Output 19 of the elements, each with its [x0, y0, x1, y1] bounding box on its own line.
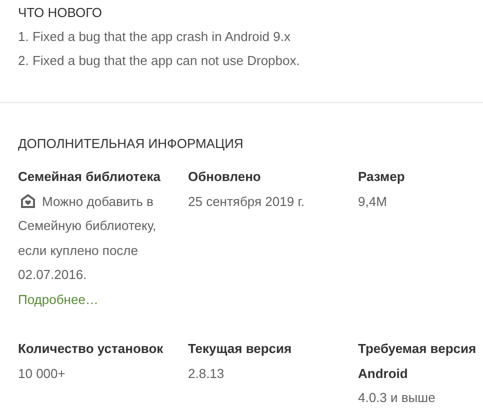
- info-value: 4.0.3 и выше: [358, 389, 436, 407]
- info-label: Количество установок: [18, 340, 164, 358]
- family-library-icon: [20, 192, 36, 208]
- info-label: Текущая версия: [188, 340, 293, 358]
- info-label: Семейная библиотека: [18, 168, 162, 186]
- changelog-line: 2. Fixed a bug that the app can not use Dropbox.: [18, 52, 301, 70]
- section-heading: ДОПОЛНИТЕЛЬНАЯ ИНФОРМАЦИЯ: [18, 135, 244, 153]
- changelog-line: 1. Fixed a bug that the app crash in Android 9.x: [18, 28, 292, 46]
- info-label: Обновлено: [188, 168, 262, 186]
- info-value: Можно добавить в: [42, 194, 154, 208]
- more-link[interactable]: Подробнее…: [18, 292, 98, 306]
- info-value: 9,4M: [358, 192, 388, 210]
- info-value: 10 000+: [18, 364, 66, 382]
- info-label: Размер: [358, 168, 406, 186]
- info-value: 25 сентября 2019 г.: [188, 192, 306, 211]
- info-value: 2.8.13: [188, 364, 226, 382]
- section-heading: ЧТО НОВОГО: [18, 4, 104, 22]
- info-value: Семейную библиотеку, если куплено после 02.07.2016.: [18, 217, 158, 284]
- info-label: Требуемая версия Android: [358, 340, 477, 382]
